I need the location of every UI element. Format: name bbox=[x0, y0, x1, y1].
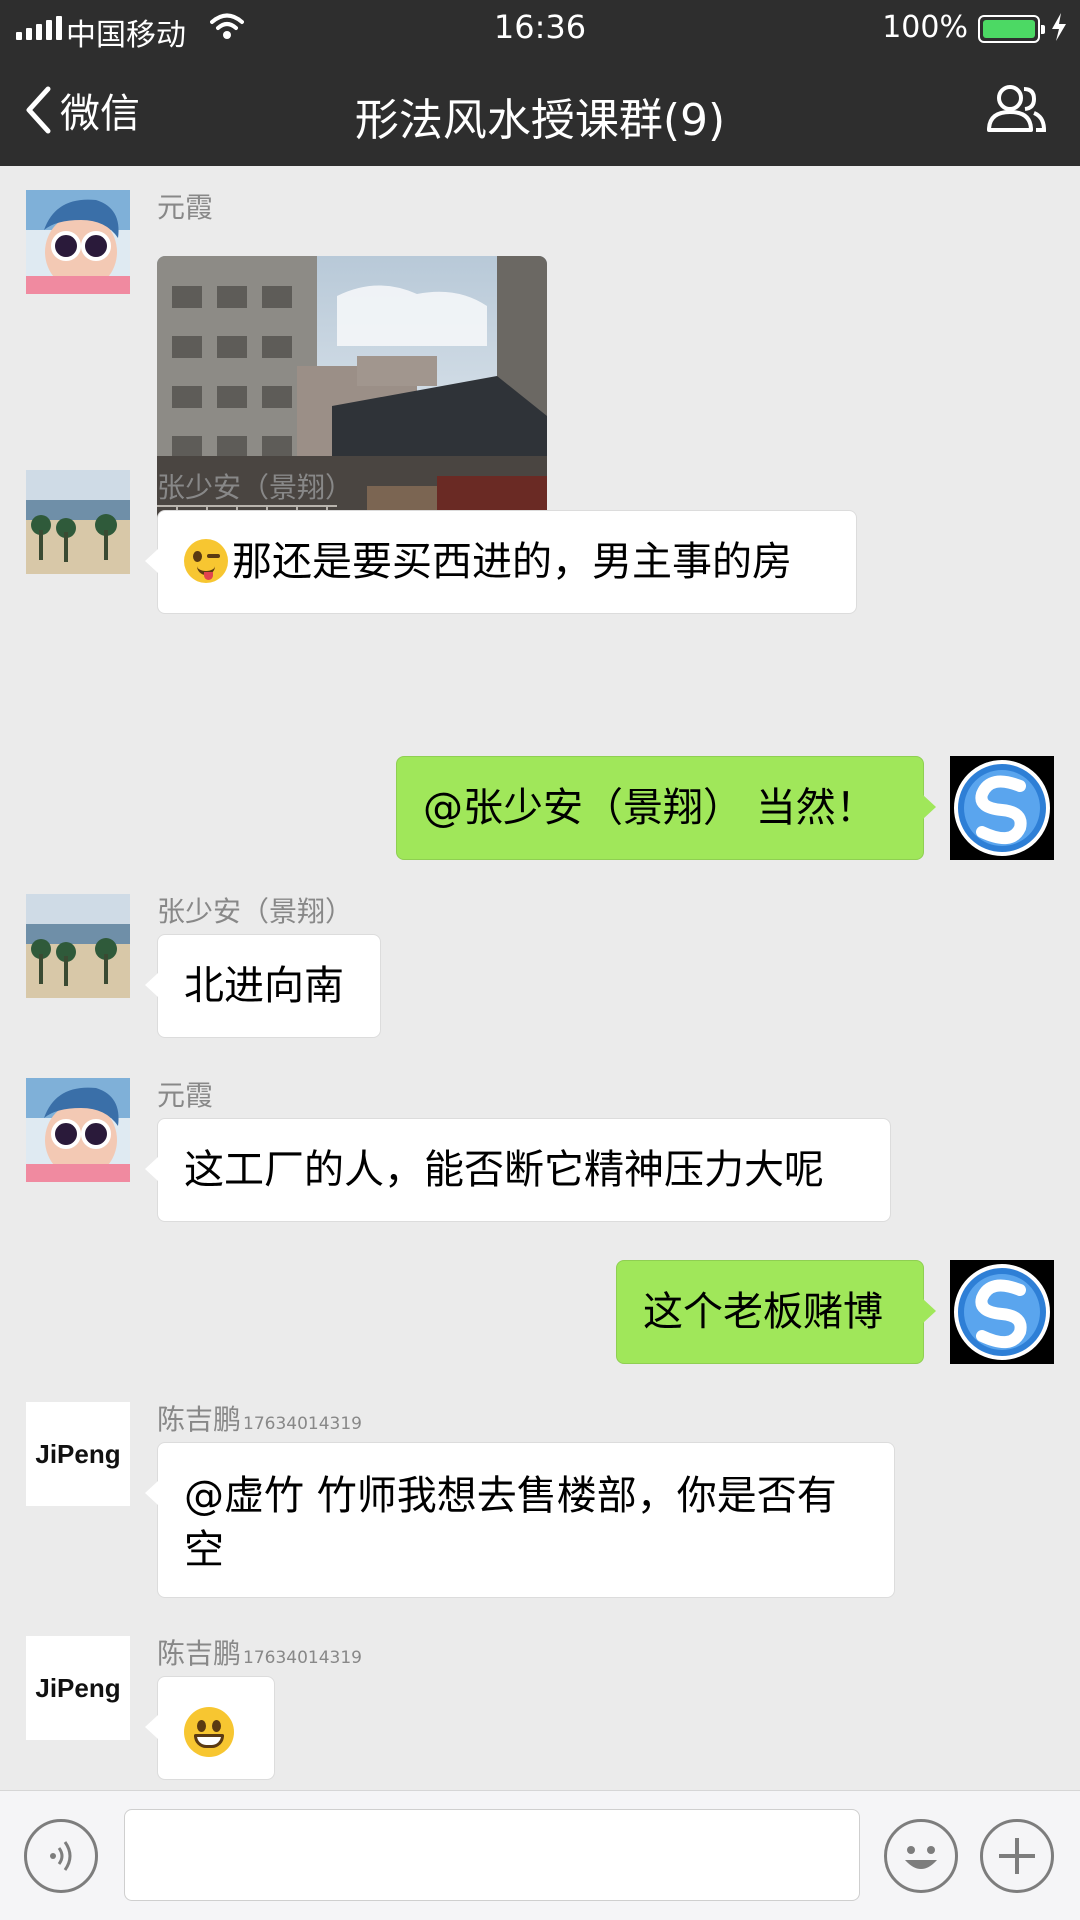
message-bubble[interactable]: 那还是要买西进的，男主事的房 bbox=[145, 510, 857, 614]
message-text: 这工厂的人，能否断它精神压力大呢 bbox=[184, 1147, 824, 1193]
sender-name: 元霞 bbox=[157, 1079, 214, 1112]
sender-name: 陈吉鹏 17634014319 bbox=[157, 1637, 362, 1670]
nav-bar: 微信 形法风水授课群(9) bbox=[0, 54, 1080, 166]
battery-icon bbox=[978, 15, 1045, 43]
avatar[interactable] bbox=[26, 190, 130, 294]
message-row: 元霞 这工厂的人，能否断它精神压力大呢 bbox=[0, 1078, 1080, 1222]
message-input[interactable] bbox=[124, 1809, 860, 1901]
sender-name: 张少安（景翔） bbox=[157, 895, 354, 928]
avatar[interactable] bbox=[26, 894, 130, 998]
avatar[interactable]: JiPeng bbox=[26, 1636, 130, 1740]
avatar[interactable] bbox=[26, 470, 130, 574]
message-text: @张少安（景翔） 当然！ bbox=[423, 785, 876, 831]
sender-phone: 17634014319 bbox=[243, 1414, 362, 1434]
emoji-icon bbox=[905, 1846, 937, 1869]
avatar[interactable] bbox=[26, 1078, 130, 1182]
emoji-button[interactable] bbox=[884, 1819, 958, 1893]
swirl-avatar-icon bbox=[950, 1260, 1054, 1364]
chat-title: 形法风水授课群(9) bbox=[354, 95, 726, 146]
message-bubble[interactable]: @虚竹 竹师我想去售楼部，你是否有空 bbox=[145, 1442, 895, 1598]
message-text: 这个老板赌博 bbox=[643, 1289, 883, 1335]
girl-avatar-icon bbox=[26, 190, 130, 294]
jipeng-logo: JiPeng bbox=[35, 1672, 121, 1703]
swirl-avatar-icon bbox=[950, 756, 1054, 860]
message-bubble[interactable] bbox=[145, 1676, 275, 1780]
message-row: 这个老板赌博 bbox=[0, 1260, 1080, 1364]
girl-avatar-icon bbox=[26, 1078, 130, 1182]
message-bubble[interactable]: @张少安（景翔） 当然！ bbox=[396, 756, 936, 860]
plus-icon bbox=[999, 1838, 1035, 1874]
sender-name: 张少安（景翔） bbox=[157, 471, 354, 504]
message-bubble[interactable]: 这个老板赌博 bbox=[616, 1260, 936, 1364]
plus-button[interactable] bbox=[980, 1819, 1054, 1893]
avatar[interactable]: JiPeng bbox=[26, 1402, 130, 1506]
wink-tongue-emoji-icon bbox=[184, 539, 228, 583]
sender-phone: 17634014319 bbox=[243, 1648, 362, 1668]
input-bar bbox=[0, 1790, 1080, 1920]
message-text: 北进向南 bbox=[184, 963, 344, 1009]
self-avatar[interactable] bbox=[950, 756, 1054, 860]
jipeng-logo: JiPeng bbox=[35, 1438, 121, 1469]
message-row: JiPeng 陈吉鹏 17634014319 @虚竹 竹师我想去售楼部，你是否有空 bbox=[0, 1402, 1080, 1598]
message-text: @虚竹 竹师我想去售楼部，你是否有空 bbox=[184, 1473, 837, 1573]
status-bar: 中国移动 16:36 100% bbox=[0, 0, 1080, 54]
charging-icon bbox=[1052, 13, 1066, 41]
message-bubble[interactable]: 北进向南 bbox=[145, 934, 381, 1038]
message-bubble[interactable]: 这工厂的人，能否断它精神压力大呢 bbox=[145, 1118, 891, 1222]
voice-button[interactable] bbox=[24, 1819, 98, 1893]
message-row: JiPeng 陈吉鹏 17634014319 bbox=[0, 1636, 1080, 1780]
voice-icon bbox=[50, 1841, 72, 1871]
chat-area[interactable]: 元霞 张少安（景翔） 那还是要买西进的，男主事的房 @张少安（景翔） 当然！ 张… bbox=[0, 166, 1080, 1790]
self-avatar[interactable] bbox=[950, 1260, 1054, 1364]
beach-avatar-icon bbox=[26, 470, 130, 574]
grin-emoji-icon bbox=[184, 1707, 234, 1757]
message-row: 张少安（景翔） 北进向南 bbox=[0, 894, 1080, 1038]
message-row: @张少安（景翔） 当然！ bbox=[0, 756, 1080, 860]
battery-percent: 100% bbox=[882, 10, 968, 45]
group-icon[interactable] bbox=[986, 84, 1046, 134]
sender-name: 陈吉鹏 17634014319 bbox=[157, 1403, 362, 1436]
sender-name: 元霞 bbox=[157, 191, 214, 224]
message-text: 那还是要买西进的，男主事的房 bbox=[232, 539, 792, 585]
beach-avatar-icon bbox=[26, 894, 130, 998]
message-row: 张少安（景翔） 那还是要买西进的，男主事的房 bbox=[0, 470, 1080, 614]
